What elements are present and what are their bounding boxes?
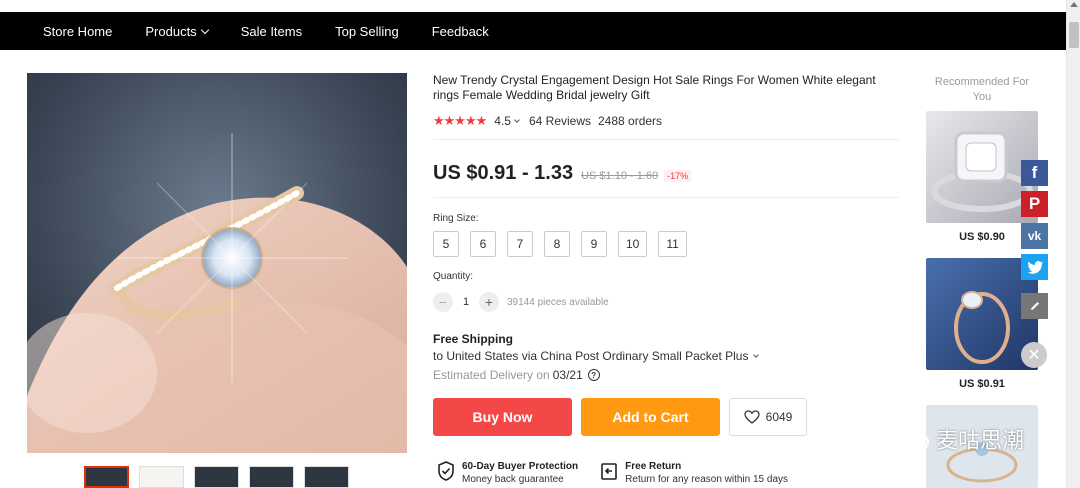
- recommended-item-price[interactable]: US $0.91: [926, 378, 1038, 390]
- guarantees: 60-Day Buyer Protection Money back guara…: [437, 461, 788, 485]
- size-option[interactable]: 5: [433, 231, 459, 257]
- estimated-label: Estimated Delivery on: [433, 368, 550, 382]
- guarantee-title: Free Return: [625, 461, 682, 472]
- add-to-cart-button[interactable]: Add to Cart: [581, 398, 720, 436]
- return-icon: [601, 463, 617, 480]
- pencil-glyph: [1030, 302, 1039, 310]
- twitter-bird-glyph: [1027, 260, 1043, 274]
- ring-size-label: Ring Size:: [433, 213, 479, 224]
- price: US $0.91 - 1.33: [433, 162, 574, 184]
- thumbnail-4[interactable]: [249, 466, 294, 488]
- nav-sale-items[interactable]: Sale Items: [241, 24, 302, 39]
- rating-row: ★★★★★ 4.5 64 Reviews 2488 orders: [433, 113, 899, 129]
- scroll-thumb[interactable]: [1069, 22, 1079, 48]
- thumbnail-3[interactable]: [194, 466, 239, 488]
- size-option[interactable]: 9: [581, 231, 607, 257]
- chevron-down-icon: [200, 25, 209, 35]
- guarantee-subtitle: Return for any reason within 15 days: [625, 474, 789, 485]
- shield-check-icon: [438, 461, 454, 481]
- shipping-method-selector[interactable]: to United States via China Post Ordinary…: [433, 349, 899, 363]
- product-info: New Trendy Crystal Engagement Design Hot…: [433, 73, 899, 436]
- thumbnail-strip: [84, 466, 349, 488]
- wishlist-button[interactable]: 6049: [729, 398, 807, 436]
- action-buttons: Buy Now Add to Cart 6049: [433, 398, 899, 436]
- size-option[interactable]: 7: [507, 231, 533, 257]
- ring-photo: [27, 73, 407, 453]
- heart-icon: [743, 410, 760, 424]
- vk-icon[interactable]: vk: [1021, 223, 1048, 249]
- divider: [433, 139, 899, 140]
- nav-label: Products: [145, 23, 197, 39]
- quantity-label: Quantity:: [433, 271, 474, 282]
- product-title: New Trendy Crystal Engagement Design Hot…: [433, 73, 876, 102]
- edit-icon[interactable]: [1021, 293, 1048, 319]
- orders-count: 2488 orders: [598, 114, 663, 128]
- pinterest-icon[interactable]: P: [1021, 191, 1048, 217]
- nav-label: Sale Items: [240, 23, 303, 39]
- nav-label: Store Home: [43, 23, 113, 39]
- divider: [433, 197, 899, 198]
- ring-size-options: 5 6 7 8 9 10 11: [433, 231, 899, 257]
- chevron-down-icon: [753, 351, 760, 358]
- price-row: US $0.91 - 1.33 US $1.10 - 1.60 -17%: [433, 162, 899, 185]
- size-option[interactable]: 8: [544, 231, 570, 257]
- guarantee-title: 60-Day Buyer Protection: [462, 461, 579, 472]
- watermark-text: 麦咕思潮: [936, 428, 1025, 453]
- guarantee-subtitle: Money back guarantee: [462, 474, 564, 485]
- rating-value[interactable]: 4.5: [494, 114, 511, 128]
- wishlist-count: 6049: [765, 410, 793, 424]
- store-nav-bar: Store Home Products Sale Items Top Selli…: [0, 12, 1066, 50]
- size-option[interactable]: 10: [618, 231, 648, 257]
- thumbnail-5[interactable]: [304, 466, 349, 488]
- main-product-image[interactable]: [27, 73, 407, 453]
- estimated-delivery: Estimated Delivery on 03/21 ?: [433, 368, 899, 382]
- close-icon[interactable]: ✕: [1021, 342, 1047, 368]
- thumbnail-2[interactable]: [139, 466, 184, 488]
- original-price: US $1.10 - 1.60: [581, 170, 659, 182]
- help-icon[interactable]: ?: [587, 369, 600, 381]
- size-option[interactable]: 6: [470, 231, 496, 257]
- top-strip: [0, 0, 1080, 12]
- nav-store-home[interactable]: Store Home: [43, 24, 112, 39]
- reviews-link[interactable]: 64 Reviews: [529, 114, 591, 128]
- shipping-to: to United States via China Post Ordinary…: [433, 349, 749, 363]
- buy-now-button[interactable]: Buy Now: [433, 398, 572, 436]
- watermark-logo: 麦咕思潮: [890, 423, 1024, 455]
- nav-label: Feedback: [431, 23, 489, 39]
- quantity-value[interactable]: 1: [453, 296, 479, 308]
- vertical-scrollbar[interactable]: [1066, 0, 1080, 488]
- estimated-date: 03/21: [552, 368, 583, 382]
- thumbnail-1[interactable]: [84, 466, 129, 488]
- decrease-quantity-button[interactable]: −: [433, 292, 453, 312]
- facebook-icon[interactable]: f: [1021, 160, 1048, 186]
- twitter-icon[interactable]: [1021, 254, 1048, 280]
- free-return: Free Return Return for any reason within…: [600, 461, 788, 485]
- shipping-title: Free Shipping: [433, 332, 514, 346]
- discount-badge: -17%: [664, 170, 692, 182]
- pieces-available: 39144 pieces available: [507, 296, 609, 308]
- nav-top-selling[interactable]: Top Selling: [335, 24, 399, 39]
- increase-quantity-button[interactable]: +: [479, 292, 499, 312]
- scroll-up-arrow-icon[interactable]: [1070, 2, 1078, 7]
- chevron-down-icon[interactable]: [514, 116, 520, 123]
- wechat-icon: [891, 426, 929, 452]
- nav-products[interactable]: Products: [145, 23, 209, 39]
- size-option[interactable]: 11: [658, 231, 687, 257]
- nav-feedback[interactable]: Feedback: [432, 24, 489, 39]
- recommended-title: Recommended For You: [934, 76, 1030, 103]
- nav-label: Top Selling: [335, 23, 399, 39]
- star-rating-icon: ★★★★★: [433, 113, 487, 128]
- quantity-stepper: − 1 + 39144 pieces available: [433, 292, 899, 312]
- buyer-protection: 60-Day Buyer Protection Money back guara…: [437, 461, 578, 485]
